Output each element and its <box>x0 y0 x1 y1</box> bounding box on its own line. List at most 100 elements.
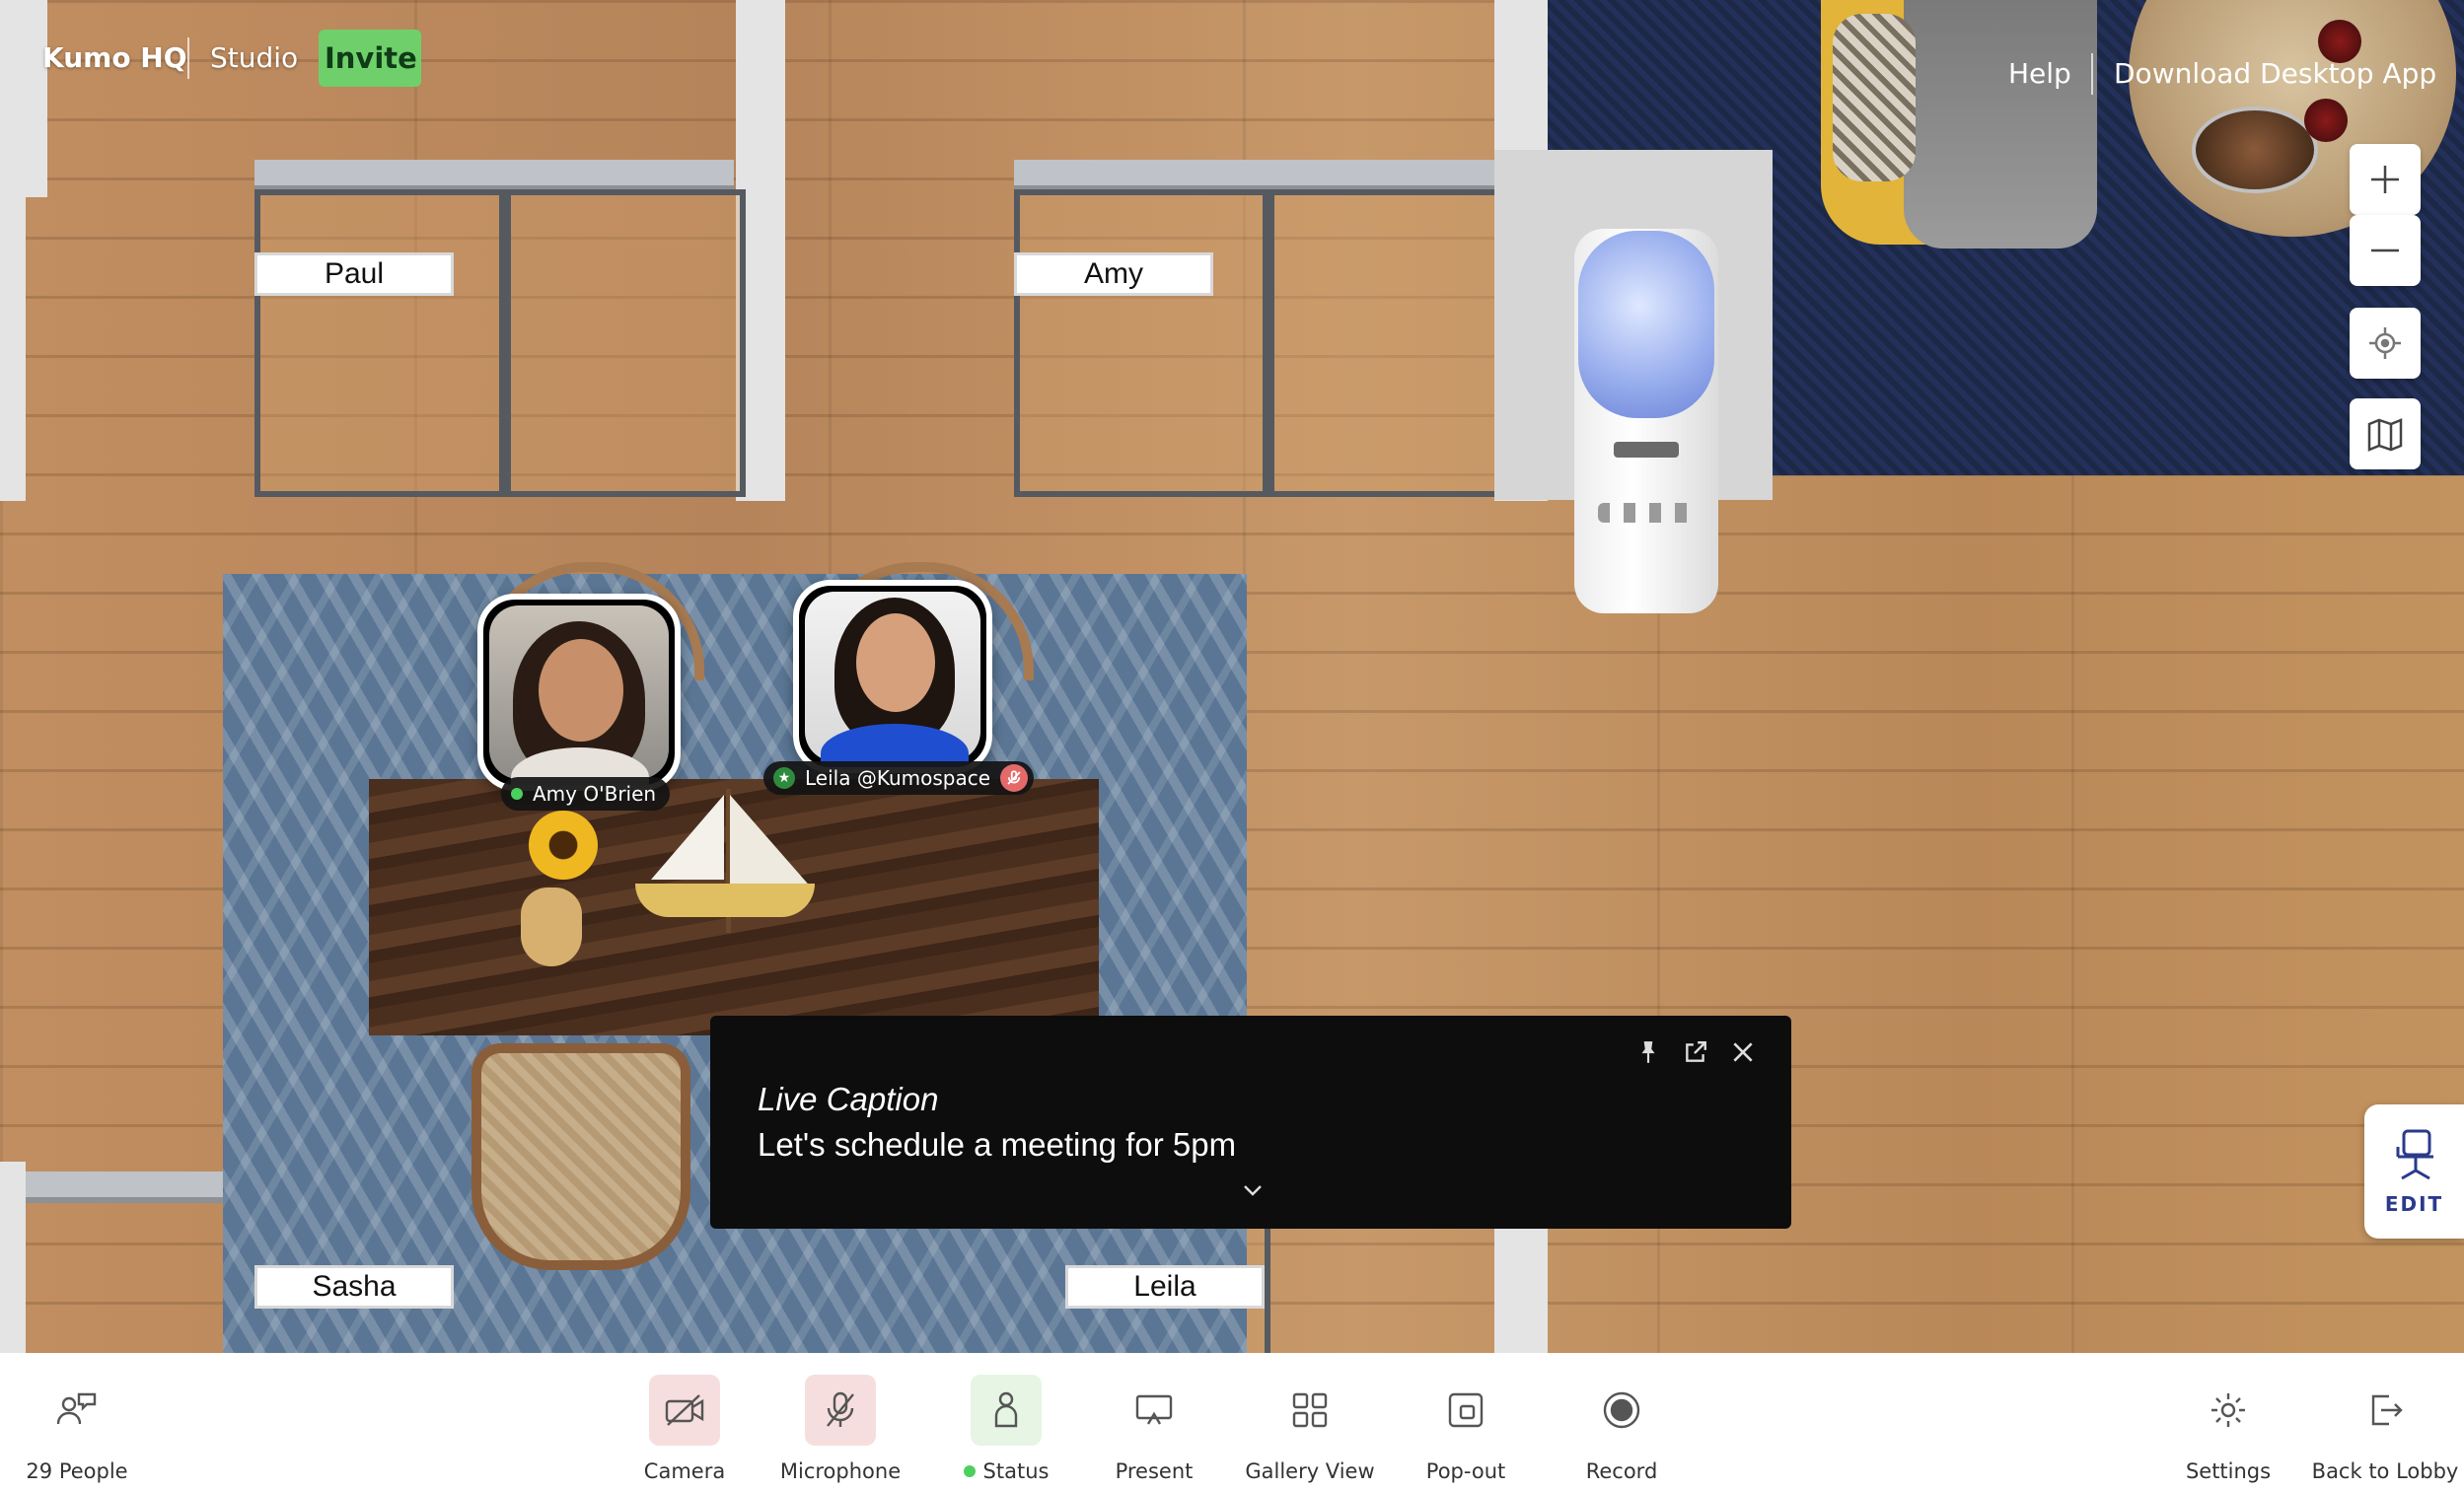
caption-title: Live Caption <box>758 1081 939 1117</box>
microphone-icon-box <box>805 1375 876 1446</box>
present-button[interactable]: Present <box>1115 1375 1194 1483</box>
people-button[interactable]: 29 People <box>26 1375 128 1483</box>
popout-window-icon <box>1448 1392 1484 1428</box>
present-icon-box <box>1119 1375 1190 1446</box>
divider <box>187 37 189 79</box>
camera-button[interactable]: Camera <box>643 1375 726 1483</box>
back-icon-box <box>2350 1375 2421 1446</box>
pillow <box>1833 14 1916 181</box>
nameplate-paul: Paul <box>254 252 454 296</box>
people-icon-box <box>41 1375 112 1446</box>
caption-text: Let's schedule a meeting for 5pm <box>758 1126 1237 1163</box>
online-status-icon <box>511 788 523 800</box>
participant-name: Leila @Kumospace <box>805 766 991 790</box>
chevron-down-icon <box>1244 1185 1262 1196</box>
pin-icon <box>1641 1041 1655 1063</box>
grid-icon <box>1292 1392 1328 1428</box>
water-bottle <box>1578 231 1714 418</box>
pin-button[interactable] <box>1635 1039 1661 1070</box>
bottom-toolbar <box>0 1353 2464 1491</box>
locate-icon <box>2369 327 2401 359</box>
status-button[interactable]: Status <box>957 1375 1055 1483</box>
zoom-out-button[interactable] <box>2350 215 2421 286</box>
desk-top <box>254 160 734 191</box>
desk-top <box>1014 160 1494 191</box>
chair <box>471 1043 690 1270</box>
lounge-chair-seat <box>1904 0 2097 248</box>
locate-me-button[interactable] <box>2350 308 2421 379</box>
people-label: 29 People <box>26 1459 128 1483</box>
exit-icon <box>2371 1394 2403 1426</box>
live-caption-panel: Live Caption Let's schedule a meeting fo… <box>710 1016 1791 1229</box>
people-icon <box>56 1392 97 1425</box>
download-desktop-link[interactable]: Download Desktop App <box>2114 57 2436 90</box>
expand-caption-button[interactable] <box>1241 1181 1265 1204</box>
nameplate-amy: Amy <box>1014 252 1213 296</box>
zoom-out-icon <box>2371 248 2399 252</box>
record-button[interactable]: Record <box>1582 1375 1661 1483</box>
participant-tag-amy: Amy O'Brien <box>501 777 671 811</box>
edit-space-button[interactable]: EDIT <box>2364 1104 2464 1239</box>
microphone-label: Microphone <box>779 1459 902 1483</box>
microphone-off-icon <box>827 1391 854 1427</box>
microphone-button[interactable]: Microphone <box>779 1375 902 1483</box>
gallery-view-button[interactable]: Gallery View <box>1245 1375 1375 1483</box>
gallery-label: Gallery View <box>1245 1459 1375 1483</box>
wall <box>0 1162 26 1353</box>
settings-label: Settings <box>2185 1459 2272 1483</box>
participant-name: Amy O'Brien <box>533 782 657 806</box>
status-label: Status <box>982 1459 1050 1483</box>
map-button[interactable] <box>2350 398 2421 469</box>
close-icon <box>1733 1042 1753 1062</box>
map-icon <box>2367 418 2403 452</box>
status-icon-box <box>971 1375 1042 1446</box>
popout-button[interactable]: Pop-out <box>1426 1375 1505 1483</box>
divider <box>2091 53 2093 95</box>
record-icon <box>1603 1391 1640 1429</box>
nameplate-sasha: Sasha <box>254 1265 454 1309</box>
fruit-bowl <box>2192 106 2318 193</box>
invite-button[interactable]: Invite <box>319 30 421 87</box>
mic-muted-icon <box>1000 764 1029 792</box>
present-screen-icon <box>1135 1394 1173 1425</box>
caption-actions <box>1635 1039 1756 1070</box>
nameplate-leila: Leila <box>1065 1265 1265 1309</box>
camera-icon-box <box>649 1375 720 1446</box>
status-dot-icon <box>963 1465 976 1477</box>
camera-off-icon <box>665 1394 704 1426</box>
wine-glass <box>2304 99 2348 142</box>
face <box>539 639 623 742</box>
back-to-lobby-button[interactable]: Back to Lobby <box>2312 1375 2458 1483</box>
space-name[interactable]: Kumo HQ <box>42 41 187 74</box>
cooler-slot <box>1614 442 1679 458</box>
zoom-in-icon <box>2371 166 2399 193</box>
present-label: Present <box>1115 1459 1194 1483</box>
help-link[interactable]: Help <box>2008 57 2071 90</box>
vase <box>521 888 582 966</box>
zoom-in-button[interactable] <box>2350 144 2421 215</box>
record-icon-box <box>1586 1375 1657 1446</box>
close-caption-button[interactable] <box>1730 1039 1756 1070</box>
sailboat-sail <box>730 795 813 889</box>
desk <box>1014 189 1268 497</box>
avatar-amy-obrien[interactable] <box>477 594 681 791</box>
back-label: Back to Lobby <box>2311 1459 2459 1483</box>
office-chair-icon <box>2396 1129 2433 1180</box>
settings-icon-box <box>2193 1375 2264 1446</box>
person-icon <box>994 1391 1018 1428</box>
popout-label: Pop-out <box>1425 1459 1506 1483</box>
settings-button[interactable]: Settings <box>2186 1375 2271 1483</box>
desk <box>254 189 505 497</box>
avatar-leila[interactable] <box>793 580 992 773</box>
participant-tag-leila: ★ Leila @Kumospace <box>763 761 1035 795</box>
sunflower <box>529 811 598 880</box>
star-icon: ★ <box>773 767 795 789</box>
gallery-icon-box <box>1274 1375 1345 1446</box>
gear-icon <box>2211 1393 2245 1427</box>
wall <box>0 197 26 501</box>
studio-link[interactable]: Studio <box>210 41 298 74</box>
popout-caption-button[interactable] <box>1683 1039 1708 1070</box>
external-link-icon <box>1686 1041 1706 1062</box>
camera-label: Camera <box>643 1459 726 1483</box>
wall <box>0 0 47 197</box>
